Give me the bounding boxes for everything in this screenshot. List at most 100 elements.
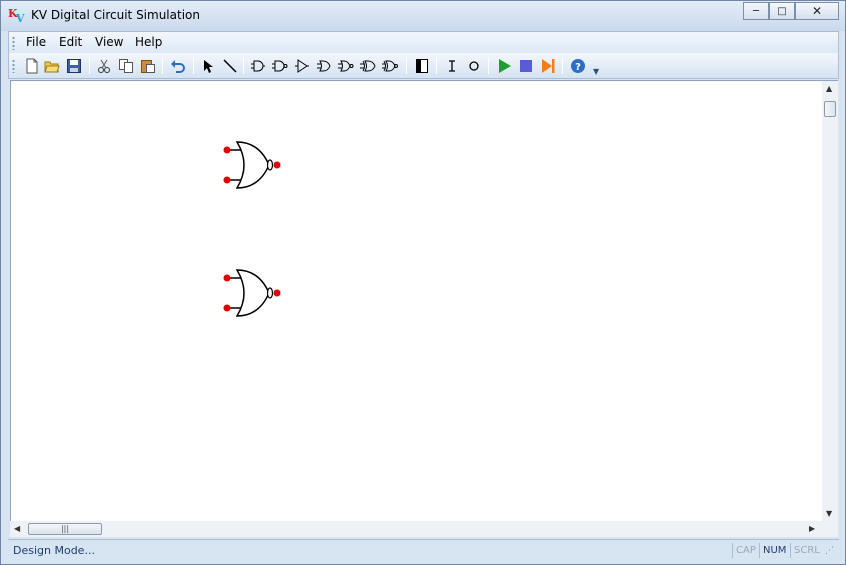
- nor-gate-icon: [338, 60, 354, 72]
- toolbar-separator: [243, 58, 244, 74]
- circuit-canvas[interactable]: [10, 80, 822, 521]
- title-bar[interactable]: KV KV Digital Circuit Simulation ─ □ ✕: [1, 1, 845, 31]
- step-button[interactable]: [539, 57, 557, 75]
- toolbar-overflow-icon[interactable]: ▼: [593, 67, 599, 76]
- scroll-lock-indicator: SCRL: [790, 543, 823, 558]
- kv-logo-icon: KV: [8, 7, 25, 25]
- select-pointer-button[interactable]: [199, 57, 217, 75]
- window-title: KV Digital Circuit Simulation: [31, 8, 200, 22]
- nor-gate-body: [235, 141, 270, 189]
- save-button[interactable]: [65, 57, 83, 75]
- stop-icon: [520, 60, 532, 72]
- undo-button[interactable]: [169, 57, 187, 75]
- scroll-up-icon[interactable]: ▲: [826, 84, 832, 93]
- or-gate-button[interactable]: [315, 57, 333, 75]
- switch-button[interactable]: [413, 57, 431, 75]
- toolbar-grip-icon[interactable]: [12, 59, 15, 73]
- nor-gate-input-wires: [227, 277, 243, 309]
- input-pin-b[interactable]: [223, 304, 231, 312]
- select-pointer-icon: [204, 60, 213, 73]
- input-pin-b[interactable]: [223, 176, 231, 184]
- close-icon: ✕: [811, 4, 823, 18]
- toolbar-separator: [193, 58, 194, 74]
- nor-gate-input-wires: [227, 149, 243, 181]
- nor-gate-bubble: [266, 287, 274, 299]
- xnor-gate-icon: [382, 60, 398, 72]
- toolbar: ? ▼: [8, 53, 839, 79]
- undo-icon: [171, 60, 185, 73]
- xor-gate-icon: [360, 60, 376, 72]
- run-button[interactable]: [495, 57, 513, 75]
- minimize-icon: ─: [752, 5, 760, 17]
- wire-icon: [223, 59, 237, 73]
- copy-button[interactable]: [117, 57, 135, 75]
- step-icon: [542, 59, 555, 73]
- num-lock-indicator: NUM: [759, 543, 789, 558]
- input-pin-button[interactable]: [443, 57, 461, 75]
- horizontal-scroll-thumb[interactable]: |||: [28, 523, 102, 535]
- nor-gate-body: [235, 269, 270, 317]
- menu-bar: File Edit View Help: [8, 31, 839, 53]
- buffer-gate-icon: [295, 59, 309, 73]
- new-icon: [26, 58, 38, 74]
- caps-lock-indicator: CAP: [732, 543, 759, 558]
- wire-button[interactable]: [221, 57, 239, 75]
- buffer-gate-button[interactable]: [293, 57, 311, 75]
- new-button[interactable]: [23, 57, 41, 75]
- or-gate-icon: [317, 60, 331, 72]
- open-icon: [44, 61, 60, 73]
- cut-button[interactable]: [95, 57, 113, 75]
- scroll-right-icon[interactable]: ▶: [809, 524, 815, 533]
- switch-icon: [416, 59, 428, 73]
- menu-help[interactable]: Help: [135, 35, 162, 49]
- scrollbar-corner: [822, 521, 838, 537]
- circuit-drawing: [223, 141, 281, 317]
- save-icon: [67, 59, 81, 73]
- close-button[interactable]: ✕: [795, 2, 839, 20]
- svg-text:?: ?: [575, 62, 581, 73]
- and-gate-icon: [251, 60, 265, 72]
- nand-gate-button[interactable]: [271, 57, 289, 75]
- and-gate-button[interactable]: [249, 57, 267, 75]
- run-icon: [499, 59, 511, 73]
- help-button[interactable]: ?: [569, 57, 587, 75]
- toolbar-separator: [406, 58, 407, 74]
- toolbar-separator: [562, 58, 563, 74]
- toolbar-separator: [89, 58, 90, 74]
- help-icon: ?: [571, 59, 585, 73]
- menu-edit[interactable]: Edit: [59, 35, 82, 49]
- maximize-icon: □: [777, 5, 787, 17]
- open-button[interactable]: [43, 57, 61, 75]
- nor-gate-2[interactable]: [223, 269, 281, 317]
- xnor-gate-button[interactable]: [381, 57, 399, 75]
- input-pin-a[interactable]: [223, 274, 231, 282]
- nor-gate-button[interactable]: [337, 57, 355, 75]
- app-window: KV KV Digital Circuit Simulation ─ □ ✕ F…: [0, 0, 846, 565]
- vertical-scroll-thumb[interactable]: [824, 101, 836, 117]
- cut-icon: [98, 59, 110, 73]
- status-text: Design Mode...: [13, 544, 95, 557]
- input-pin-a[interactable]: [223, 146, 231, 154]
- scroll-down-icon[interactable]: ▼: [826, 509, 832, 518]
- menu-file[interactable]: File: [26, 35, 46, 49]
- paste-button[interactable]: [139, 57, 157, 75]
- input-pin-icon: [449, 60, 455, 72]
- output-pin[interactable]: [273, 161, 281, 169]
- scroll-left-icon[interactable]: ◀: [14, 524, 20, 533]
- output-pin-button[interactable]: [465, 57, 483, 75]
- horizontal-scrollbar[interactable]: ◀ ||| ▶: [10, 521, 822, 537]
- stop-button[interactable]: [517, 57, 535, 75]
- window-controls: ─ □ ✕: [743, 2, 839, 20]
- minimize-button[interactable]: ─: [743, 2, 769, 20]
- output-pin[interactable]: [273, 289, 281, 297]
- nor-gate-1[interactable]: [223, 141, 281, 189]
- toolbar-separator: [162, 58, 163, 74]
- maximize-button[interactable]: □: [769, 2, 795, 20]
- toolbar-separator: [436, 58, 437, 74]
- nand-gate-icon: [272, 60, 288, 72]
- menu-grip-icon[interactable]: [12, 36, 15, 50]
- xor-gate-button[interactable]: [359, 57, 377, 75]
- menu-view[interactable]: View: [95, 35, 123, 49]
- resize-grip-icon[interactable]: ⋰: [825, 546, 834, 556]
- vertical-scrollbar[interactable]: ▲ ▼: [822, 80, 838, 521]
